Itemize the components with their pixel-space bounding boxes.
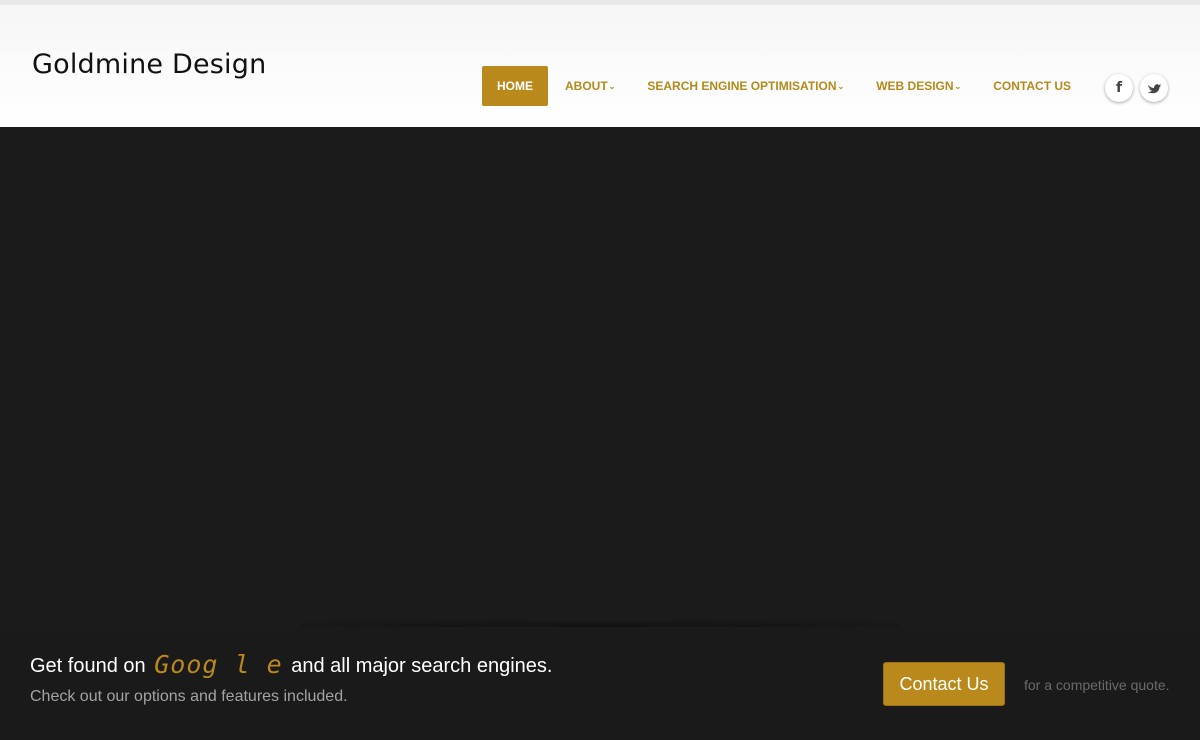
google-wordmark: Goog l e <box>154 650 283 679</box>
nav-item-web-design[interactable]: WEB DESIGN ⌄ <box>876 66 961 106</box>
facebook-button[interactable]: f <box>1105 74 1133 102</box>
nav-item-label: HOME <box>497 79 533 93</box>
cta-subtext: Check out our options and features inclu… <box>30 688 348 705</box>
nav-item-label: WEB DESIGN <box>876 79 954 93</box>
twitter-button[interactable] <box>1140 74 1168 102</box>
nav-item-label: ABOUT <box>565 79 608 93</box>
hero-banner <box>0 127 1200 627</box>
contact-us-button[interactable]: Contact Us <box>883 662 1005 706</box>
nav-item-about[interactable]: ABOUT ⌄ <box>565 66 615 106</box>
page: Goldmine Design HOME ABOUT ⌄ SEARCH ENGIN… <box>0 0 1200 740</box>
quote-note: for a competitive quote. <box>1024 677 1170 693</box>
main-nav: HOME ABOUT ⌄ SEARCH ENGINE OPTIMISATION ⌄ … <box>482 66 1071 106</box>
nav-item-label: SEARCH ENGINE OPTIMISATION <box>647 79 837 93</box>
nav-item-label: CONTACT US <box>993 79 1072 93</box>
facebook-icon: f <box>1115 80 1123 96</box>
chevron-down-icon: ⌄ <box>954 81 962 91</box>
nav-item-home[interactable]: HOME <box>482 66 548 106</box>
cta-bar <box>0 627 1200 740</box>
twitter-icon <box>1147 82 1161 94</box>
chevron-down-icon: ⌄ <box>837 81 845 91</box>
chevron-down-icon: ⌄ <box>608 81 616 91</box>
nav-item-contact[interactable]: CONTACT US <box>993 66 1071 106</box>
cta-headline-before: Get found on <box>30 655 146 677</box>
site-logo[interactable]: Goldmine Design <box>32 49 266 80</box>
cta-headline: Get found on Goog l e and all major sear… <box>30 649 553 679</box>
cta-headline-after: and all major search engines. <box>291 655 553 677</box>
nav-item-seo[interactable]: SEARCH ENGINE OPTIMISATION ⌄ <box>647 66 844 106</box>
